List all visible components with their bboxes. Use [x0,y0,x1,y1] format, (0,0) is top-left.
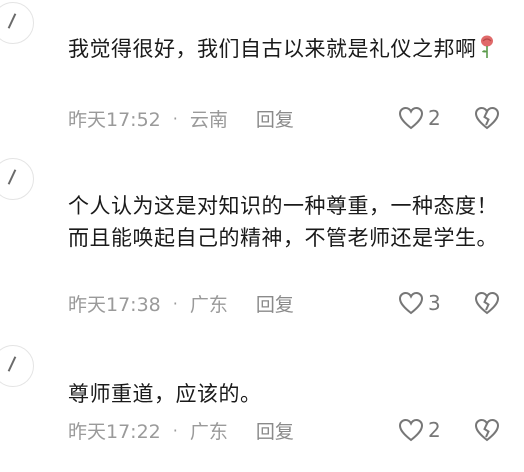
reply-button[interactable]: 回复 [256,417,294,444]
comment-body: 我觉得很好，我们自古以来就是礼仪之邦啊 [68,37,477,61]
dislike-button[interactable] [474,105,500,131]
meta-separator: · [172,293,178,313]
heart-outline-icon [398,418,424,442]
comment-text: 个人认为这是对知识的一种尊重，一种态度！而且能唤起自己的精神，不管老师还是学生。 [68,194,498,250]
reply-button[interactable]: 回复 [256,105,294,132]
heart-outline-icon [398,291,424,315]
comment-time: 昨天17:52 [68,108,161,131]
like-button[interactable]: 2 [398,417,441,443]
like-button[interactable]: 2 [398,105,441,131]
comment-time: 昨天17:38 [68,293,161,316]
comment-list: 我觉得很好，我们自古以来就是礼仪之邦啊 昨天17:52 · 云南 回复 2 个人… [0,0,524,472]
comment-text: 我觉得很好，我们自古以来就是礼仪之邦啊 [68,33,508,68]
comment-text: 尊师重道，应该的。 [68,382,262,406]
like-count: 3 [428,291,441,315]
comment-meta: 昨天17:52 · 云南 回复 [68,105,294,131]
avatar[interactable] [0,2,34,44]
like-count: 2 [428,418,441,442]
meta-separator: · [172,420,178,440]
like-count: 2 [428,106,441,130]
comment-time: 昨天17:22 [68,420,161,443]
dislike-button[interactable] [474,290,500,316]
avatar[interactable] [0,158,34,200]
meta-separator: · [172,108,178,128]
broken-heart-icon [474,106,500,130]
comment-meta: 昨天17:22 · 广东 回复 [68,417,294,443]
rose-icon [479,35,495,68]
reply-button[interactable]: 回复 [256,290,294,317]
broken-heart-icon [474,418,500,442]
heart-outline-icon [398,106,424,130]
avatar[interactable] [0,345,34,387]
comment-location: 云南 [189,108,228,131]
broken-heart-icon [474,291,500,315]
comment-meta: 昨天17:38 · 广东 回复 [68,290,294,316]
dislike-button[interactable] [474,417,500,443]
comment-location: 广东 [189,293,228,316]
comment-location: 广东 [189,420,228,443]
like-button[interactable]: 3 [398,290,441,316]
